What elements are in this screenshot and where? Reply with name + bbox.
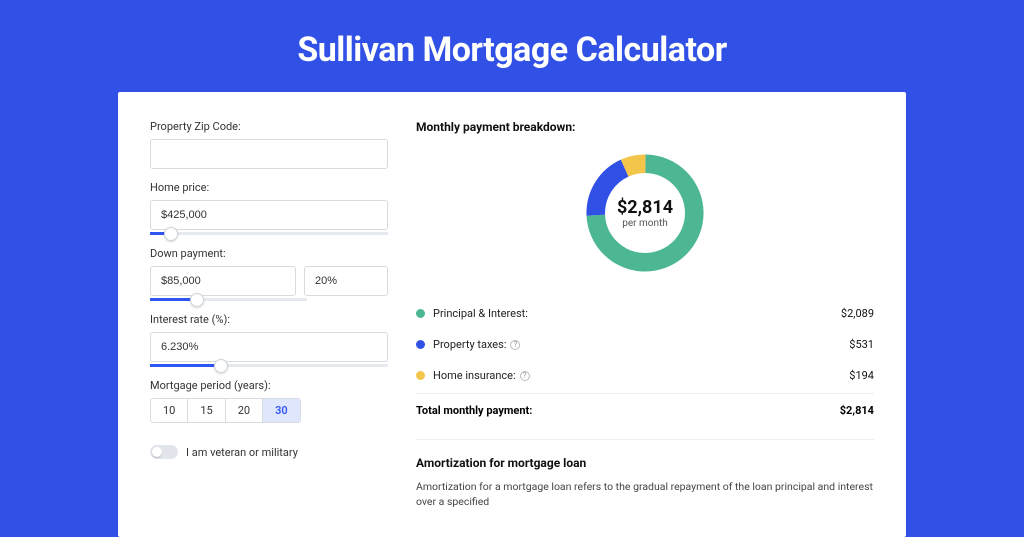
down-payment-pct-input[interactable] — [304, 266, 388, 296]
total-label: Total monthly payment: — [416, 404, 840, 417]
legend-label-taxes: Property taxes: — [433, 338, 506, 351]
veteran-toggle[interactable] — [150, 445, 178, 459]
down-payment-input[interactable] — [150, 266, 296, 296]
legend-label-insurance: Home insurance: — [433, 369, 516, 382]
donut-center-sub: per month — [622, 218, 668, 229]
results-panel: Monthly payment breakdown: $2,814 per mo… — [416, 120, 874, 509]
donut-chart: $2,814 per month — [580, 148, 710, 278]
legend-total-row: Total monthly payment: $2,814 — [416, 393, 874, 429]
legend-value-insurance: $194 — [849, 369, 874, 382]
legend-row-taxes: Property taxes: ? $531 — [416, 329, 874, 360]
breakdown-title: Monthly payment breakdown: — [416, 120, 874, 134]
legend-value-taxes: $531 — [849, 338, 874, 351]
home-price-input[interactable] — [150, 200, 388, 230]
total-value: $2,814 — [840, 404, 874, 417]
donut-wrap: $2,814 per month — [416, 148, 874, 278]
home-price-slider[interactable] — [150, 232, 388, 235]
legend-dot-icon — [416, 371, 425, 380]
legend-row-principal: Principal & Interest: $2,089 — [416, 298, 874, 329]
down-payment-slider[interactable] — [150, 298, 307, 301]
interest-rate-label: Interest rate (%): — [150, 313, 388, 326]
donut-center-value: $2,814 — [617, 197, 673, 218]
period-option-10[interactable]: 10 — [151, 399, 188, 422]
amortization-title: Amortization for mortgage loan — [416, 456, 874, 470]
amortization-section: Amortization for mortgage loan Amortizat… — [416, 439, 874, 509]
period-option-20[interactable]: 20 — [226, 399, 263, 422]
amortization-text: Amortization for a mortgage loan refers … — [416, 480, 874, 509]
calculator-card: Property Zip Code: Home price: Down paym… — [118, 92, 906, 537]
legend-label-principal: Principal & Interest: — [433, 307, 841, 320]
legend-dot-icon — [416, 340, 425, 349]
help-icon[interactable]: ? — [520, 371, 530, 381]
zip-input[interactable] — [150, 139, 388, 169]
veteran-row: I am veteran or military — [150, 445, 388, 459]
period-option-30[interactable]: 30 — [263, 399, 300, 422]
down-payment-label: Down payment: — [150, 247, 388, 260]
home-price-label: Home price: — [150, 181, 388, 194]
period-selector: 10 15 20 30 — [150, 398, 301, 423]
page-title: Sullivan Mortgage Calculator — [0, 0, 1024, 92]
legend-value-principal: $2,089 — [841, 307, 874, 320]
interest-rate-input[interactable] — [150, 332, 388, 362]
help-icon[interactable]: ? — [510, 340, 520, 350]
period-label: Mortgage period (years): — [150, 379, 388, 392]
legend-row-insurance: Home insurance: ? $194 — [416, 360, 874, 391]
legend-dot-icon — [416, 309, 425, 318]
interest-rate-slider[interactable] — [150, 364, 388, 367]
zip-label: Property Zip Code: — [150, 120, 388, 133]
veteran-label: I am veteran or military — [186, 446, 298, 459]
form-panel: Property Zip Code: Home price: Down paym… — [150, 120, 388, 509]
period-option-15[interactable]: 15 — [188, 399, 225, 422]
